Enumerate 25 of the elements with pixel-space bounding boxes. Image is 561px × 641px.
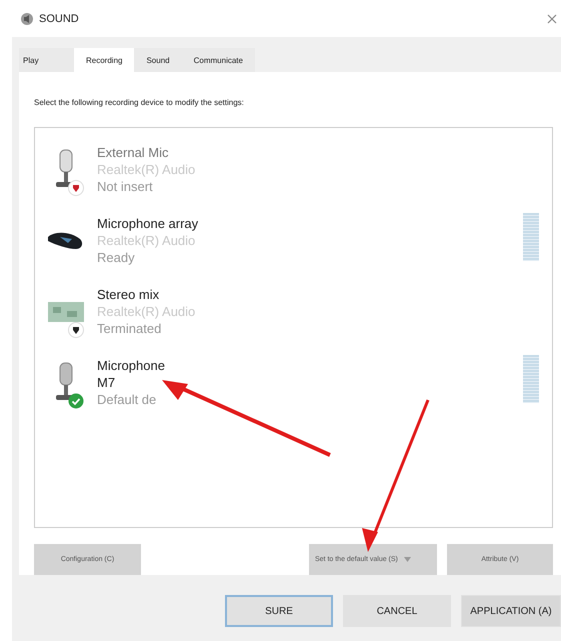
dialog-button[interactable]: SURE [225,595,333,627]
device-status: Default de [97,392,158,407]
window-title: SOUND [39,12,79,24]
close-icon[interactable] [547,14,557,24]
device-name: Stereo mix [97,287,160,302]
instruction-text: Select the following recording device to modify the settings: [34,98,245,107]
device-name: Microphone array [97,216,198,231]
device-name: Microphone [97,358,165,373]
dialog-button[interactable]: CANCEL [343,595,451,627]
tab[interactable]: Sound [134,48,182,72]
check-badge-icon [68,392,84,408]
tab[interactable]: Play [19,48,74,72]
tab[interactable]: Recording [74,48,134,72]
device-status: Ready [97,250,136,265]
device-status: Not insert [97,179,154,194]
down-arrow-badge-icon [68,322,84,338]
caret-icon [404,557,411,562]
device-name: External Mic [97,145,170,160]
circuit-board-icon [47,300,85,322]
unplugged-badge-icon [68,180,84,196]
device-driver: M7 [97,375,116,390]
device-status: Terminated [97,321,162,336]
dialog-button[interactable]: APPLICATION (A) [461,595,561,627]
tab[interactable]: Communicate [182,48,255,72]
speaker-icon [20,12,34,26]
